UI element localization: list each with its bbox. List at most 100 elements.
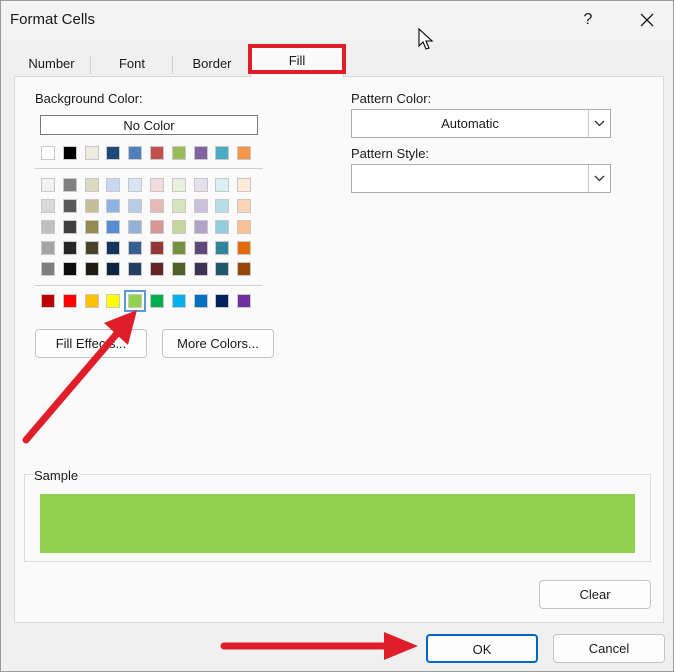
tab-separator [172,56,173,74]
color-swatch[interactable] [85,262,99,276]
tab-font[interactable]: Font [92,50,172,76]
color-swatch[interactable] [128,146,142,160]
color-swatch[interactable] [194,199,208,213]
color-swatch[interactable] [172,146,186,160]
color-swatch[interactable] [41,220,55,234]
color-swatch[interactable] [106,199,120,213]
clear-button[interactable]: Clear [539,580,651,609]
color-swatch[interactable] [41,294,55,308]
fill-tab-highlight-box [248,44,346,74]
color-swatch[interactable] [172,220,186,234]
color-swatch[interactable] [85,199,99,213]
color-swatch[interactable] [172,294,186,308]
close-button[interactable] [632,6,662,34]
color-swatch[interactable] [194,220,208,234]
color-swatch[interactable] [237,241,251,255]
color-swatch[interactable] [215,262,229,276]
color-swatch[interactable] [237,220,251,234]
color-swatch[interactable] [128,199,142,213]
color-swatch[interactable] [85,146,99,160]
selected-color-swatch[interactable] [124,290,146,312]
color-swatch[interactable] [215,294,229,308]
mouse-cursor-icon [418,27,434,57]
color-swatch[interactable] [150,146,164,160]
color-swatch[interactable] [194,146,208,160]
color-swatch[interactable] [63,294,77,308]
color-swatch[interactable] [150,294,164,308]
color-swatch[interactable] [106,241,120,255]
more-colors-button[interactable]: More Colors... [162,329,274,358]
color-swatch[interactable] [150,178,164,192]
help-button[interactable]: ? [578,8,598,32]
palette-divider [35,285,263,286]
color-swatch[interactable] [85,241,99,255]
color-swatch[interactable] [150,199,164,213]
color-swatch[interactable] [237,146,251,160]
color-swatch[interactable] [106,146,120,160]
color-swatch[interactable] [85,220,99,234]
color-swatch[interactable] [194,262,208,276]
color-swatch[interactable] [106,220,120,234]
color-swatch[interactable] [172,241,186,255]
color-swatch[interactable] [215,241,229,255]
color-swatch[interactable] [41,146,55,160]
color-swatch[interactable] [63,220,77,234]
color-swatch[interactable] [237,294,251,308]
cancel-button[interactable]: Cancel [553,634,665,663]
tab-border[interactable]: Border [174,50,250,76]
color-swatch[interactable] [41,178,55,192]
color-swatch[interactable] [215,199,229,213]
pattern-color-value: Automatic [441,116,499,131]
color-swatch[interactable] [172,199,186,213]
color-swatch[interactable] [150,262,164,276]
chevron-down-icon[interactable] [588,110,610,137]
sample-preview [40,494,635,553]
color-swatch[interactable] [237,262,251,276]
color-swatch[interactable] [63,262,77,276]
color-swatch[interactable] [194,241,208,255]
color-swatch[interactable] [63,199,77,213]
annotation-arrow-to-ok [220,632,418,660]
fill-effects-button[interactable]: Fill Effects... [35,329,147,358]
dialog-title: Format Cells [10,11,96,28]
color-swatch[interactable] [150,220,164,234]
title-bar: Format Cells ? [0,0,674,40]
color-swatch[interactable] [215,146,229,160]
tab-separator [90,56,91,74]
color-swatch[interactable] [128,262,142,276]
color-swatch[interactable] [106,178,120,192]
pattern-style-label: Pattern Style: [351,146,430,161]
color-swatch[interactable] [106,294,120,308]
pattern-color-dropdown[interactable]: Automatic [351,109,611,138]
color-swatch[interactable] [85,178,99,192]
color-swatch[interactable] [128,178,142,192]
color-swatch[interactable] [128,220,142,234]
background-color-label: Background Color: [35,91,143,106]
color-swatch[interactable] [237,178,251,192]
chevron-down-icon[interactable] [588,165,610,192]
color-swatch[interactable] [41,199,55,213]
color-swatch[interactable] [150,241,164,255]
pattern-style-dropdown[interactable] [351,164,611,193]
color-swatch[interactable] [106,262,120,276]
color-swatch[interactable] [85,294,99,308]
color-swatch[interactable] [63,146,77,160]
close-icon [640,13,654,27]
color-swatch[interactable] [63,241,77,255]
sample-label: Sample [32,468,81,483]
color-swatch[interactable] [194,178,208,192]
color-swatch[interactable] [128,241,142,255]
color-swatch[interactable] [172,262,186,276]
color-swatch[interactable] [237,199,251,213]
no-color-button[interactable]: No Color [40,115,258,135]
color-swatch[interactable] [215,220,229,234]
tab-number[interactable]: Number [14,50,89,76]
pattern-color-label: Pattern Color: [351,91,432,106]
color-swatch[interactable] [215,178,229,192]
ok-button[interactable]: OK [426,634,538,663]
color-swatch[interactable] [41,241,55,255]
color-swatch[interactable] [172,178,186,192]
color-swatch[interactable] [41,262,55,276]
color-swatch[interactable] [63,178,77,192]
color-swatch[interactable] [194,294,208,308]
